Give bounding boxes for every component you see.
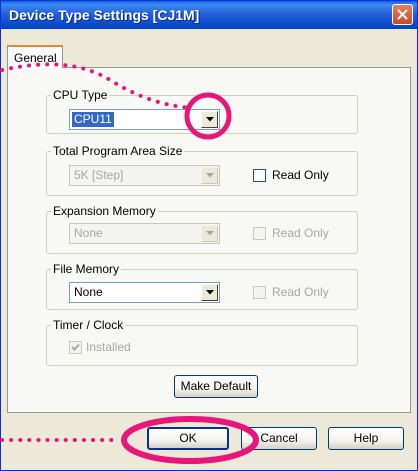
chevron-down-icon	[206, 290, 214, 295]
help-button[interactable]: Help	[328, 427, 404, 450]
program-area-dropdown-button[interactable]	[201, 167, 218, 184]
cancel-button[interactable]: Cancel	[241, 427, 317, 450]
file-memory-legend: File Memory	[53, 262, 120, 276]
timer-clock-installed-label: Installed	[86, 340, 131, 354]
chevron-down-icon	[206, 173, 214, 178]
cpu-type-select[interactable]: CPU11	[69, 109, 220, 130]
expansion-memory-read-only-checkbox[interactable]	[253, 227, 266, 240]
timer-clock-installed-checkbox[interactable]	[69, 341, 82, 354]
ok-button[interactable]: OK	[147, 427, 229, 450]
program-area-read-only-checkbox[interactable]	[253, 169, 266, 182]
expansion-memory-dropdown-button[interactable]	[201, 225, 218, 242]
general-tab-panel: CPU Type CPU11 Total Program Area Size 5…	[7, 67, 411, 413]
file-memory-select[interactable]: None	[69, 282, 220, 303]
timer-clock-legend: Timer / Clock	[53, 318, 124, 332]
chevron-down-icon	[206, 231, 214, 236]
make-default-button[interactable]: Make Default	[174, 375, 258, 398]
cpu-type-value: CPU11	[72, 112, 114, 127]
program-area-read-only-label: Read Only	[272, 168, 329, 182]
window-title: Device Type Settings [CJ1M]	[9, 7, 200, 23]
cpu-type-dropdown-button[interactable]	[201, 111, 218, 128]
program-area-legend: Total Program Area Size	[53, 144, 183, 158]
close-button[interactable]	[392, 4, 413, 25]
title-bar[interactable]: Device Type Settings [CJ1M]	[1, 1, 417, 29]
file-memory-read-only-checkbox[interactable]	[253, 286, 266, 299]
expansion-memory-select[interactable]: None	[69, 223, 220, 244]
chevron-down-icon	[206, 117, 214, 122]
file-memory-dropdown-button[interactable]	[201, 284, 218, 301]
expansion-memory-read-only-label: Read Only	[272, 226, 329, 240]
expansion-memory-legend: Expansion Memory	[53, 204, 156, 218]
program-area-select[interactable]: 5K [Step]	[69, 165, 220, 186]
tab-general-label: General	[14, 51, 57, 65]
expansion-memory-value: None	[74, 226, 103, 240]
tab-general[interactable]: General	[7, 45, 63, 68]
file-memory-value: None	[74, 285, 103, 299]
file-memory-read-only-label: Read Only	[272, 285, 329, 299]
checkmark-icon	[71, 343, 80, 351]
program-area-value: 5K [Step]	[74, 168, 124, 182]
cpu-type-legend: CPU Type	[53, 88, 108, 102]
device-type-settings-dialog: Device Type Settings [CJ1M] General CPU …	[0, 0, 418, 471]
